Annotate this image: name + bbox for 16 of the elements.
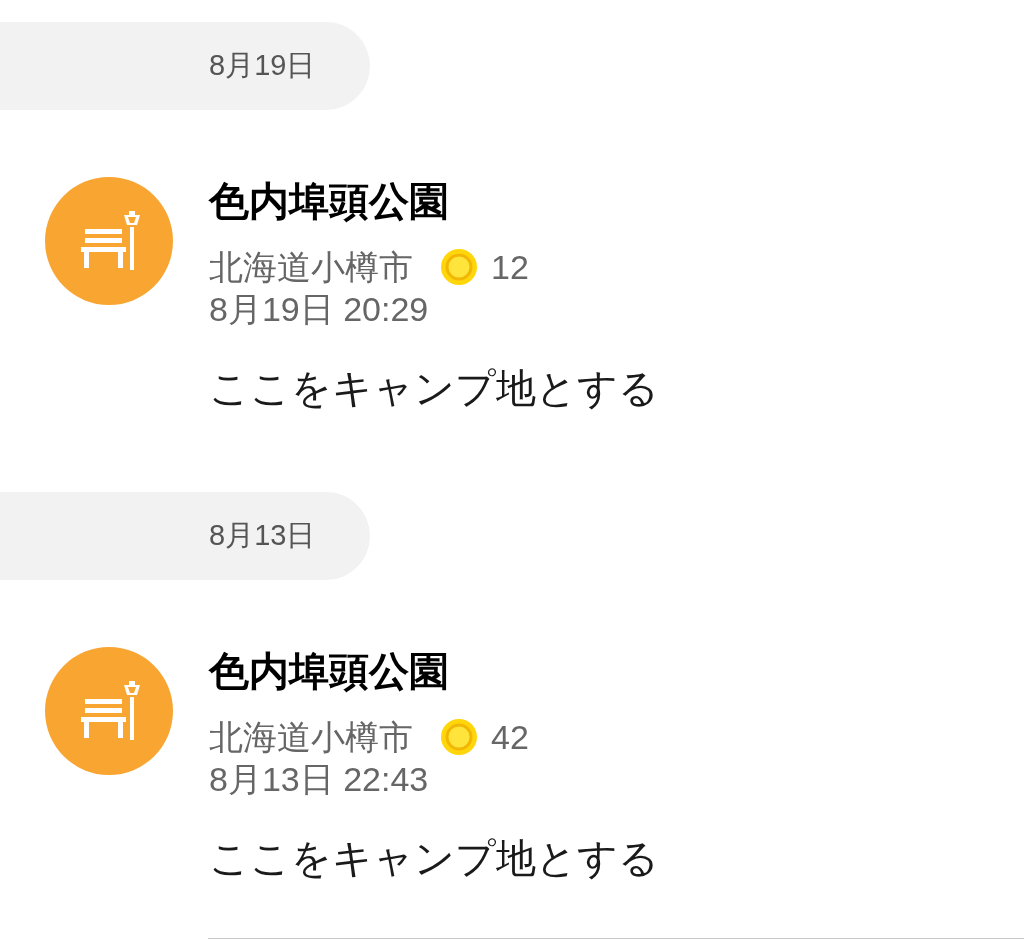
park-bench-icon xyxy=(45,177,173,305)
park-bench-icon xyxy=(45,647,173,775)
checkin-datetime: 8月13日 22:43 xyxy=(209,759,429,800)
points-count: 42 xyxy=(491,717,529,758)
checkin-comment: ここをキャンプ地とする xyxy=(209,835,659,882)
location-text: 北海道小樽市 xyxy=(209,717,413,758)
coin-icon xyxy=(441,719,477,755)
location-text: 北海道小樽市 xyxy=(209,247,413,288)
date-header: 8月13日 xyxy=(0,492,370,580)
place-name: 色内埠頭公園 xyxy=(209,179,449,223)
checkin-datetime: 8月19日 20:29 xyxy=(209,289,429,330)
checkin-comment: ここをキャンプ地とする xyxy=(209,365,659,412)
date-header: 8月19日 xyxy=(0,22,370,110)
coin-icon xyxy=(441,249,477,285)
points-count: 12 xyxy=(491,247,529,288)
place-name: 色内埠頭公園 xyxy=(209,649,449,693)
